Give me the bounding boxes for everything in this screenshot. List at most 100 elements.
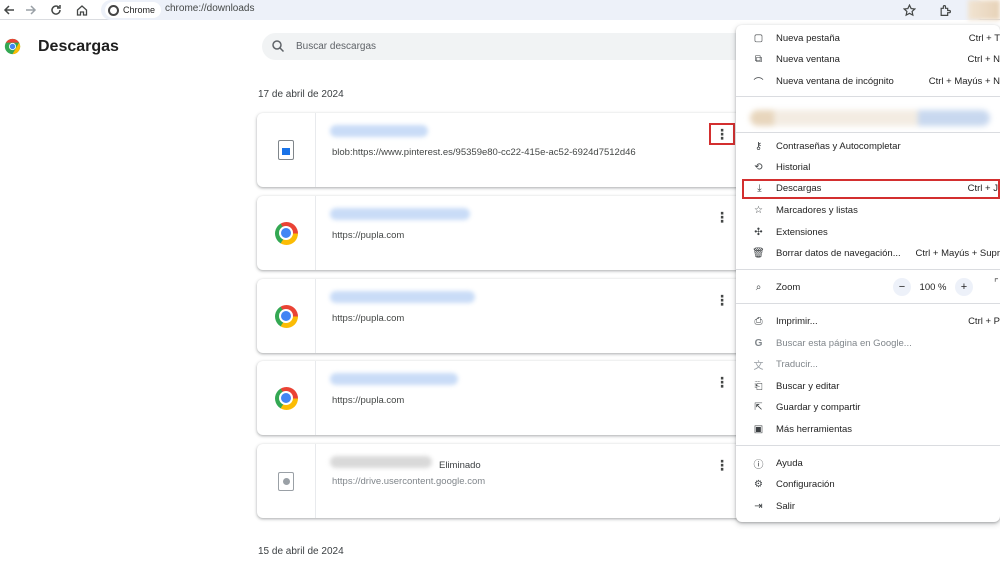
trash-icon: 🗑︎ bbox=[752, 248, 765, 259]
new-window-icon: ⧉ bbox=[754, 54, 763, 65]
profile-row[interactable] bbox=[750, 110, 990, 126]
menu-item-label: Configuración bbox=[776, 479, 835, 490]
menu-item-label: Nueva ventana bbox=[776, 54, 840, 65]
history-icon: ⟲ bbox=[754, 162, 763, 173]
menu-item-shortcut: Ctrl + J bbox=[967, 183, 998, 194]
menu-item-label: Ayuda bbox=[776, 458, 803, 469]
search-input[interactable] bbox=[296, 38, 726, 55]
menu-item-shortcut: Ctrl + Mayús + N bbox=[928, 76, 1000, 87]
download-item[interactable]: blob:https://www.pinterest.es/95359e80-c… bbox=[257, 113, 747, 187]
menu-item-translate[interactable]: 文 Traducir... bbox=[736, 355, 1000, 375]
chrome-logo-icon bbox=[4, 38, 21, 55]
star-icon: ☆ bbox=[754, 205, 763, 216]
date-header: 15 de abril de 2024 bbox=[258, 546, 344, 557]
menu-item-label: Descargas bbox=[776, 183, 822, 194]
menu-item-shortcut: Ctrl + Mayús + Supr bbox=[915, 248, 1000, 259]
menu-item-help[interactable]: ⓘ Ayuda bbox=[736, 454, 1000, 474]
extensions-icon[interactable] bbox=[936, 1, 954, 19]
menu-item-print[interactable]: ⎙ Imprimir... Ctrl + P bbox=[736, 312, 1000, 332]
file-name[interactable] bbox=[330, 291, 475, 303]
menu-item-label: Salir bbox=[776, 501, 796, 512]
menu-item-label: Más herramientas bbox=[776, 424, 853, 435]
chrome-icon bbox=[274, 386, 298, 410]
download-item[interactable]: https://pupla.com ⋮ bbox=[257, 279, 747, 353]
zoom-value: 100 % bbox=[919, 281, 947, 293]
zoom-out-button[interactable]: − bbox=[893, 278, 911, 296]
key-icon: ⚷ bbox=[754, 141, 763, 152]
home-icon[interactable] bbox=[73, 1, 91, 19]
url-text[interactable]: chrome://downloads bbox=[165, 3, 255, 14]
menu-item-bookmarks[interactable]: ☆ Marcadores y listas bbox=[736, 201, 1000, 221]
more-options-icon[interactable]: ⋮ bbox=[709, 454, 735, 476]
profile-avatar[interactable] bbox=[968, 0, 1000, 20]
address-bar[interactable]: Chrome chrome://downloads bbox=[101, 0, 986, 20]
menu-divider bbox=[736, 132, 1000, 133]
menu-item-exit[interactable]: ⇥ Salir bbox=[736, 497, 1000, 517]
puzzle-icon: ✣ bbox=[754, 227, 763, 238]
fullscreen-icon[interactable]: ⌜ bbox=[994, 278, 1000, 294]
incognito-icon: ⌒ bbox=[753, 78, 764, 89]
menu-item-label: Extensiones bbox=[776, 227, 828, 238]
file-name[interactable] bbox=[330, 125, 428, 137]
download-item[interactable]: https://pupla.com ⋮ bbox=[257, 361, 747, 435]
download-url[interactable]: https://pupla.com bbox=[332, 230, 404, 241]
menu-item-search-google[interactable]: G Buscar esta página en Google... bbox=[736, 334, 1000, 354]
reload-icon[interactable] bbox=[47, 1, 65, 19]
exit-icon: ⇥ bbox=[754, 501, 763, 512]
menu-item-extensions[interactable]: ✣ Extensiones bbox=[736, 223, 1000, 243]
find-icon: ⎗ bbox=[754, 381, 763, 392]
menu-item-label: Nueva pestaña bbox=[776, 33, 840, 44]
file-icon-cell bbox=[257, 196, 316, 270]
star-icon[interactable] bbox=[900, 1, 918, 19]
menu-item-history[interactable]: ⟲ Historial bbox=[736, 158, 1000, 178]
chrome-icon bbox=[108, 4, 119, 16]
image-file-icon bbox=[278, 140, 294, 160]
download-url[interactable]: https://pupla.com bbox=[332, 313, 404, 324]
menu-item-find-edit[interactable]: ⎗ Buscar y editar bbox=[736, 377, 1000, 397]
menu-item-save-share[interactable]: ⇱ Guardar y compartir bbox=[736, 398, 1000, 418]
more-options-icon[interactable]: ⋮ bbox=[709, 289, 735, 311]
search-box[interactable] bbox=[262, 33, 782, 60]
download-url[interactable]: blob:https://www.pinterest.es/95359e80-c… bbox=[332, 147, 636, 158]
file-icon-cell bbox=[257, 444, 316, 518]
download-url[interactable]: https://pupla.com bbox=[332, 395, 404, 406]
file-name[interactable] bbox=[330, 373, 458, 385]
more-options-icon[interactable]: ⋮ bbox=[709, 371, 735, 393]
menu-item-passwords[interactable]: ⚷ Contraseñas y Autocompletar bbox=[736, 137, 1000, 157]
menu-item-more-tools[interactable]: ▣ Más herramientas bbox=[736, 420, 1000, 440]
date-header: 17 de abril de 2024 bbox=[258, 89, 344, 100]
chrome-menu: ▢ Nueva pestaña Ctrl + T ⧉ Nueva ventana… bbox=[736, 25, 1000, 522]
gear-icon: ⚙ bbox=[754, 479, 763, 490]
download-item[interactable]: Eliminado https://drive.usercontent.goog… bbox=[257, 444, 747, 518]
menu-item-settings[interactable]: ⚙ Configuración bbox=[736, 475, 1000, 495]
file-name bbox=[330, 456, 432, 468]
menu-item-shortcut: Ctrl + P bbox=[968, 316, 1000, 327]
menu-item-downloads[interactable]: ⤓ Descargas Ctrl + J bbox=[742, 179, 1000, 199]
file-icon-cell bbox=[257, 279, 316, 353]
more-options-icon[interactable]: ⋮ bbox=[709, 123, 735, 145]
menu-divider bbox=[736, 445, 1000, 446]
zoom-icon: ⌕ bbox=[755, 282, 762, 293]
download-item[interactable]: https://pupla.com ⋮ bbox=[257, 196, 747, 270]
site-chip[interactable]: Chrome bbox=[105, 2, 162, 18]
media-file-icon bbox=[278, 471, 294, 491]
more-options-icon[interactable]: ⋮ bbox=[709, 206, 735, 228]
back-icon[interactable] bbox=[0, 1, 18, 19]
menu-item-shortcut: Ctrl + T bbox=[968, 33, 1000, 44]
zoom-control: − 100 % + bbox=[893, 277, 973, 297]
menu-item-clear-data[interactable]: 🗑︎ Borrar datos de navegación... Ctrl + … bbox=[736, 244, 1000, 264]
menu-item-new-tab[interactable]: ▢ Nueva pestaña Ctrl + T bbox=[736, 29, 1000, 49]
menu-item-shortcut: Ctrl + N bbox=[967, 54, 1000, 65]
chrome-icon bbox=[274, 221, 298, 245]
menu-item-new-window[interactable]: ⧉ Nueva ventana Ctrl + N bbox=[736, 50, 1000, 70]
file-icon-cell bbox=[257, 361, 316, 435]
menu-item-label: Historial bbox=[776, 162, 811, 173]
menu-item-label: Nueva ventana de incógnito bbox=[776, 76, 894, 87]
zoom-in-button[interactable]: + bbox=[955, 278, 973, 296]
menu-item-label: Buscar y editar bbox=[776, 381, 840, 392]
menu-item-label: Borrar datos de navegación... bbox=[776, 248, 901, 259]
file-name[interactable] bbox=[330, 208, 470, 220]
forward-icon[interactable] bbox=[22, 1, 40, 19]
menu-item-incognito[interactable]: ⌒ Nueva ventana de incógnito Ctrl + Mayú… bbox=[736, 72, 1000, 92]
download-url: https://drive.usercontent.google.com bbox=[332, 476, 486, 487]
